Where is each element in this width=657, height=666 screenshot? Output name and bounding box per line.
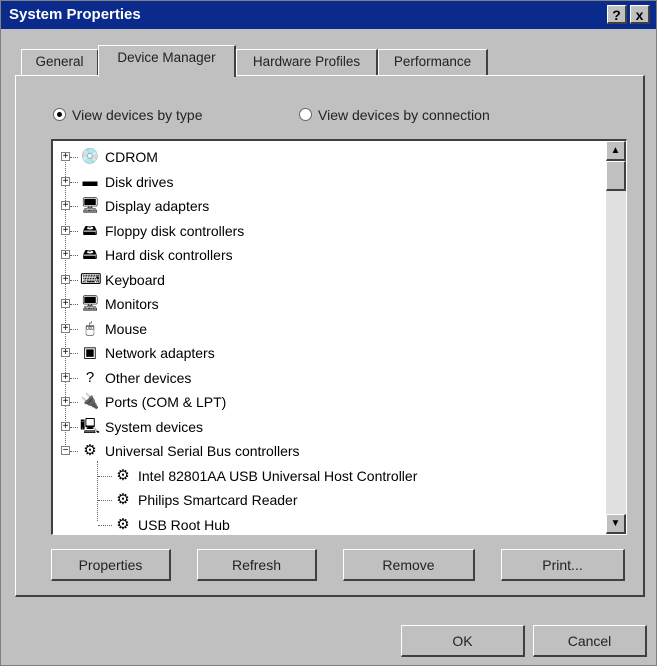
tree-connector	[70, 451, 78, 452]
usb-icon: ⚙	[116, 515, 130, 533]
view-by-type-radio[interactable]: View devices by type	[53, 107, 202, 123]
tree-connector	[70, 328, 78, 330]
expand-icon[interactable]: +	[61, 176, 70, 186]
port-icon: 🔌	[80, 393, 100, 410]
monitor-icon: 🖥	[80, 295, 100, 312]
disk-drive-icon: ▬	[82, 172, 98, 190]
tree-connector	[98, 524, 112, 526]
tree-connector	[70, 206, 78, 207]
scroll-thumb[interactable]	[606, 161, 626, 191]
device-category-label: Mouse	[105, 320, 148, 337]
device-category-label: Keyboard	[105, 271, 165, 288]
help-button[interactable]: ?	[607, 5, 627, 24]
expand-icon[interactable]: +	[61, 299, 70, 309]
cancel-button[interactable]: Cancel	[533, 625, 647, 657]
expand-icon[interactable]: +	[61, 348, 70, 358]
tree-connector	[70, 304, 78, 305]
cdrom-icon: 💿	[80, 148, 100, 165]
usb-icon: ⚙	[116, 491, 130, 508]
vertical-scrollbar[interactable]: ▲ ▼	[606, 141, 626, 534]
expand-icon[interactable]: +	[61, 201, 70, 211]
device-category-label: Monitors	[105, 296, 159, 312]
hard-disk-controller-icon: 🖴	[82, 246, 98, 263]
device-category-label: Ports (COM & LPT)	[105, 394, 227, 410]
device-category-label: Hard disk controllers	[105, 247, 233, 263]
expand-icon[interactable]: +	[61, 421, 70, 431]
expand-icon[interactable]: +	[61, 323, 70, 333]
tree-connector	[70, 230, 78, 232]
tree-connector	[70, 255, 78, 256]
tree-connector	[70, 377, 78, 379]
properties-button[interactable]: Properties	[51, 549, 171, 581]
tree-connector	[98, 500, 112, 501]
view-by-type-label: View devices by type	[72, 107, 203, 123]
floppy-controller-icon: 🖴	[82, 221, 98, 239]
usb-device-label: USB Root Hub	[138, 516, 230, 533]
device-category-label: Network adapters	[105, 345, 215, 361]
tree-connector	[97, 461, 98, 521]
expand-icon[interactable]: +	[61, 372, 70, 382]
scroll-up-arrow-icon[interactable]: ▲	[606, 141, 626, 161]
tree-connector	[70, 426, 78, 428]
print-button[interactable]: Print...	[501, 549, 625, 581]
expand-icon[interactable]: +	[61, 152, 70, 162]
tab-hardware-profiles[interactable]: Hardware Profiles	[236, 49, 378, 75]
device-category-label: Display adapters	[105, 198, 210, 214]
usb-device-label: Philips Smartcard Reader	[138, 492, 298, 508]
tree-connector	[70, 353, 78, 354]
device-category-label: Other devices	[105, 369, 192, 386]
close-button[interactable]: x	[630, 5, 650, 24]
tree-connector	[70, 157, 78, 158]
tree-connector	[70, 279, 78, 281]
remove-button[interactable]: Remove	[343, 549, 475, 581]
ok-button[interactable]: OK	[401, 625, 525, 657]
usb-icon: ⚙	[116, 466, 130, 484]
tree-connector	[70, 402, 78, 403]
scroll-down-arrow-icon[interactable]: ▼	[606, 514, 626, 534]
network-adapter-icon: ▣	[82, 344, 98, 361]
display-adapter-icon: 🖥	[80, 197, 100, 214]
device-tree[interactable]: ▲ ▼ + 💿 CDROM + ▬ Disk drives + 🖥 Display adapte…	[51, 139, 627, 535]
device-category-label: CDROM	[105, 149, 158, 165]
view-by-connection-label: View devices by connection	[318, 107, 490, 123]
collapse-icon[interactable]: −	[61, 446, 70, 456]
expand-icon[interactable]: +	[61, 397, 70, 407]
expand-icon[interactable]: +	[61, 250, 70, 260]
expand-icon[interactable]: +	[61, 274, 70, 284]
tree-connector	[98, 475, 112, 477]
radio-selected-icon	[53, 108, 66, 121]
system-device-icon: 🖳	[80, 417, 101, 435]
refresh-button[interactable]: Refresh	[197, 549, 317, 581]
title-bar[interactable]: System Properties ? x	[1, 1, 656, 29]
device-category-label: Floppy disk controllers	[105, 222, 245, 239]
tree-connector	[70, 181, 78, 183]
device-category-label: Universal Serial Bus controllers	[105, 443, 300, 459]
view-by-connection-radio[interactable]: View devices by connection	[299, 107, 490, 123]
device-category-label: System devices	[105, 418, 204, 435]
mouse-icon: 🖱	[85, 319, 95, 337]
radio-unselected-icon	[299, 108, 312, 121]
device-category-label: Disk drives	[105, 173, 174, 190]
tab-device-manager[interactable]: Device Manager	[98, 45, 236, 77]
system-properties-window: System Properties ? x General Device Man…	[0, 0, 657, 666]
question-mark-icon: ?	[85, 368, 95, 386]
usb-icon: ⚙	[83, 442, 97, 459]
usb-device-label: Intel 82801AA USB Universal Host Control…	[138, 467, 418, 484]
tab-performance[interactable]: Performance	[378, 49, 488, 75]
keyboard-icon: ⌨	[80, 270, 102, 288]
tab-general[interactable]: General	[21, 49, 99, 75]
expand-icon[interactable]: +	[61, 225, 70, 235]
window-title: System Properties	[9, 6, 141, 23]
